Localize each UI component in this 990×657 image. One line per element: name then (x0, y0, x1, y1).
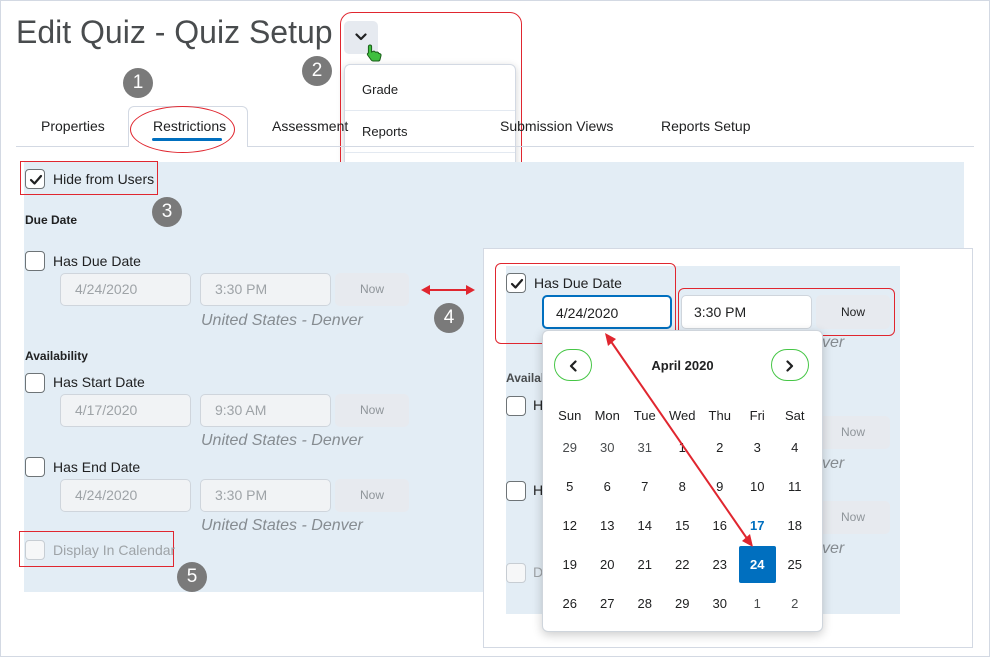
calendar-day[interactable]: 21 (626, 546, 664, 583)
zoom-faded-timezone-2: ver (822, 455, 845, 472)
has-due-date-checkbox[interactable] (25, 251, 45, 271)
end-date-input[interactable]: 4/24/2020 (60, 479, 191, 512)
connector-arrow-icon (605, 333, 753, 547)
calendar-day[interactable]: 19 (551, 546, 589, 583)
calendar-day[interactable]: 28 (626, 585, 664, 622)
calendar-day-outside-month[interactable]: 2 (776, 585, 814, 622)
hide-from-users-checkbox[interactable] (25, 169, 45, 189)
has-start-date-label: Has Start Date (53, 374, 145, 390)
due-time-input[interactable]: 3:30 PM (200, 273, 331, 306)
calendar-weekday: Sun (558, 408, 582, 423)
calendar-day[interactable]: 29 (664, 585, 702, 622)
start-timezone-label: United States - Denver (201, 432, 363, 449)
calendar-day[interactable]: 26 (551, 585, 589, 622)
end-now-button[interactable]: Now (335, 479, 409, 512)
zoom-faded-checkbox-2 (506, 481, 526, 501)
start-time-input[interactable]: 9:30 AM (200, 394, 331, 427)
zoom-faded-now-1: Now (816, 416, 890, 449)
zoom-due-time-input[interactable]: 3:30 PM (681, 295, 812, 329)
calendar-next-month-button[interactable] (771, 349, 809, 381)
has-end-date-label: Has End Date (53, 459, 141, 475)
zoom-now-button[interactable]: Now (816, 295, 890, 329)
calendar-day[interactable]: 23 (701, 546, 739, 583)
chevron-right-icon (786, 360, 794, 372)
calendar-day-outside-month[interactable]: 1 (739, 585, 777, 622)
tab-assessment[interactable]: Assessment (272, 118, 348, 134)
tab-properties[interactable]: Properties (41, 118, 105, 134)
zoom-has-due-date-label: Has Due Date (534, 275, 622, 291)
due-date-input[interactable]: 4/24/2020 (60, 273, 191, 306)
has-due-date-label: Has Due Date (53, 253, 141, 269)
calendar-day[interactable]: 27 (589, 585, 627, 622)
due-date-heading: Due Date (25, 213, 78, 227)
checkmark-icon (510, 278, 524, 289)
calendar-day[interactable]: 5 (551, 468, 589, 505)
tab-submission-views[interactable]: Submission Views (500, 118, 613, 134)
callout-badge-1: 1 (123, 68, 153, 98)
zoom-faded-checkbox-3 (506, 563, 526, 583)
zoom-faded-now-2: Now (816, 501, 890, 534)
callout-badge-3: 3 (152, 197, 182, 227)
has-start-date-checkbox[interactable] (25, 373, 45, 393)
calendar-day[interactable]: 4 (776, 429, 814, 466)
due-timezone-label: United States - Denver (201, 312, 363, 329)
callout-ring-restrictions-tab (130, 106, 235, 153)
calendar-weekday: Sat (784, 408, 805, 423)
calendar-day[interactable]: 30 (701, 585, 739, 622)
checkmark-icon (29, 174, 43, 185)
end-time-input[interactable]: 3:30 PM (200, 479, 331, 512)
calendar-day-outside-month[interactable]: 29 (551, 429, 589, 466)
calendar-week-row: 19 20 21 22 23 24 25 (551, 545, 814, 584)
calendar-day[interactable]: 20 (589, 546, 627, 583)
calendar-day[interactable]: 25 (776, 546, 814, 583)
calendar-week-row: 26 27 28 29 30 1 2 (551, 584, 814, 623)
tab-reports-setup[interactable]: Reports Setup (661, 118, 751, 134)
end-timezone-label: United States - Denver (201, 517, 363, 534)
has-end-date-checkbox[interactable] (25, 457, 45, 477)
start-now-button[interactable]: Now (335, 394, 409, 427)
zoom-has-due-date-checkbox[interactable] (506, 273, 526, 293)
calendar-day[interactable]: 24 (738, 546, 776, 583)
calendar-day[interactable]: 18 (776, 507, 814, 544)
calendar-day[interactable]: 22 (664, 546, 702, 583)
zoom-faded-timezone-1: ver (822, 334, 845, 351)
display-in-calendar-label: Display In Calendar (53, 542, 176, 558)
callout-badge-5: 5 (177, 562, 207, 592)
due-now-button[interactable]: Now (335, 273, 409, 306)
calendar-day[interactable]: 12 (551, 507, 589, 544)
calendar-day[interactable]: 11 (776, 468, 814, 505)
callout-badge-4: 4 (434, 303, 464, 333)
double-arrow-icon (421, 285, 475, 295)
zoom-due-date-input[interactable]: 4/24/2020 (542, 295, 672, 329)
zoom-faded-timezone-3: ver (822, 540, 845, 557)
display-in-calendar-checkbox[interactable] (25, 540, 45, 560)
availability-heading: Availability (25, 349, 88, 363)
page-title: Edit Quiz - Quiz Setup (16, 14, 333, 50)
start-date-input[interactable]: 4/17/2020 (60, 394, 191, 427)
hide-from-users-label: Hide from Users (53, 171, 155, 187)
callout-badge-2: 2 (302, 56, 332, 86)
zoom-faded-checkbox-1 (506, 396, 526, 416)
